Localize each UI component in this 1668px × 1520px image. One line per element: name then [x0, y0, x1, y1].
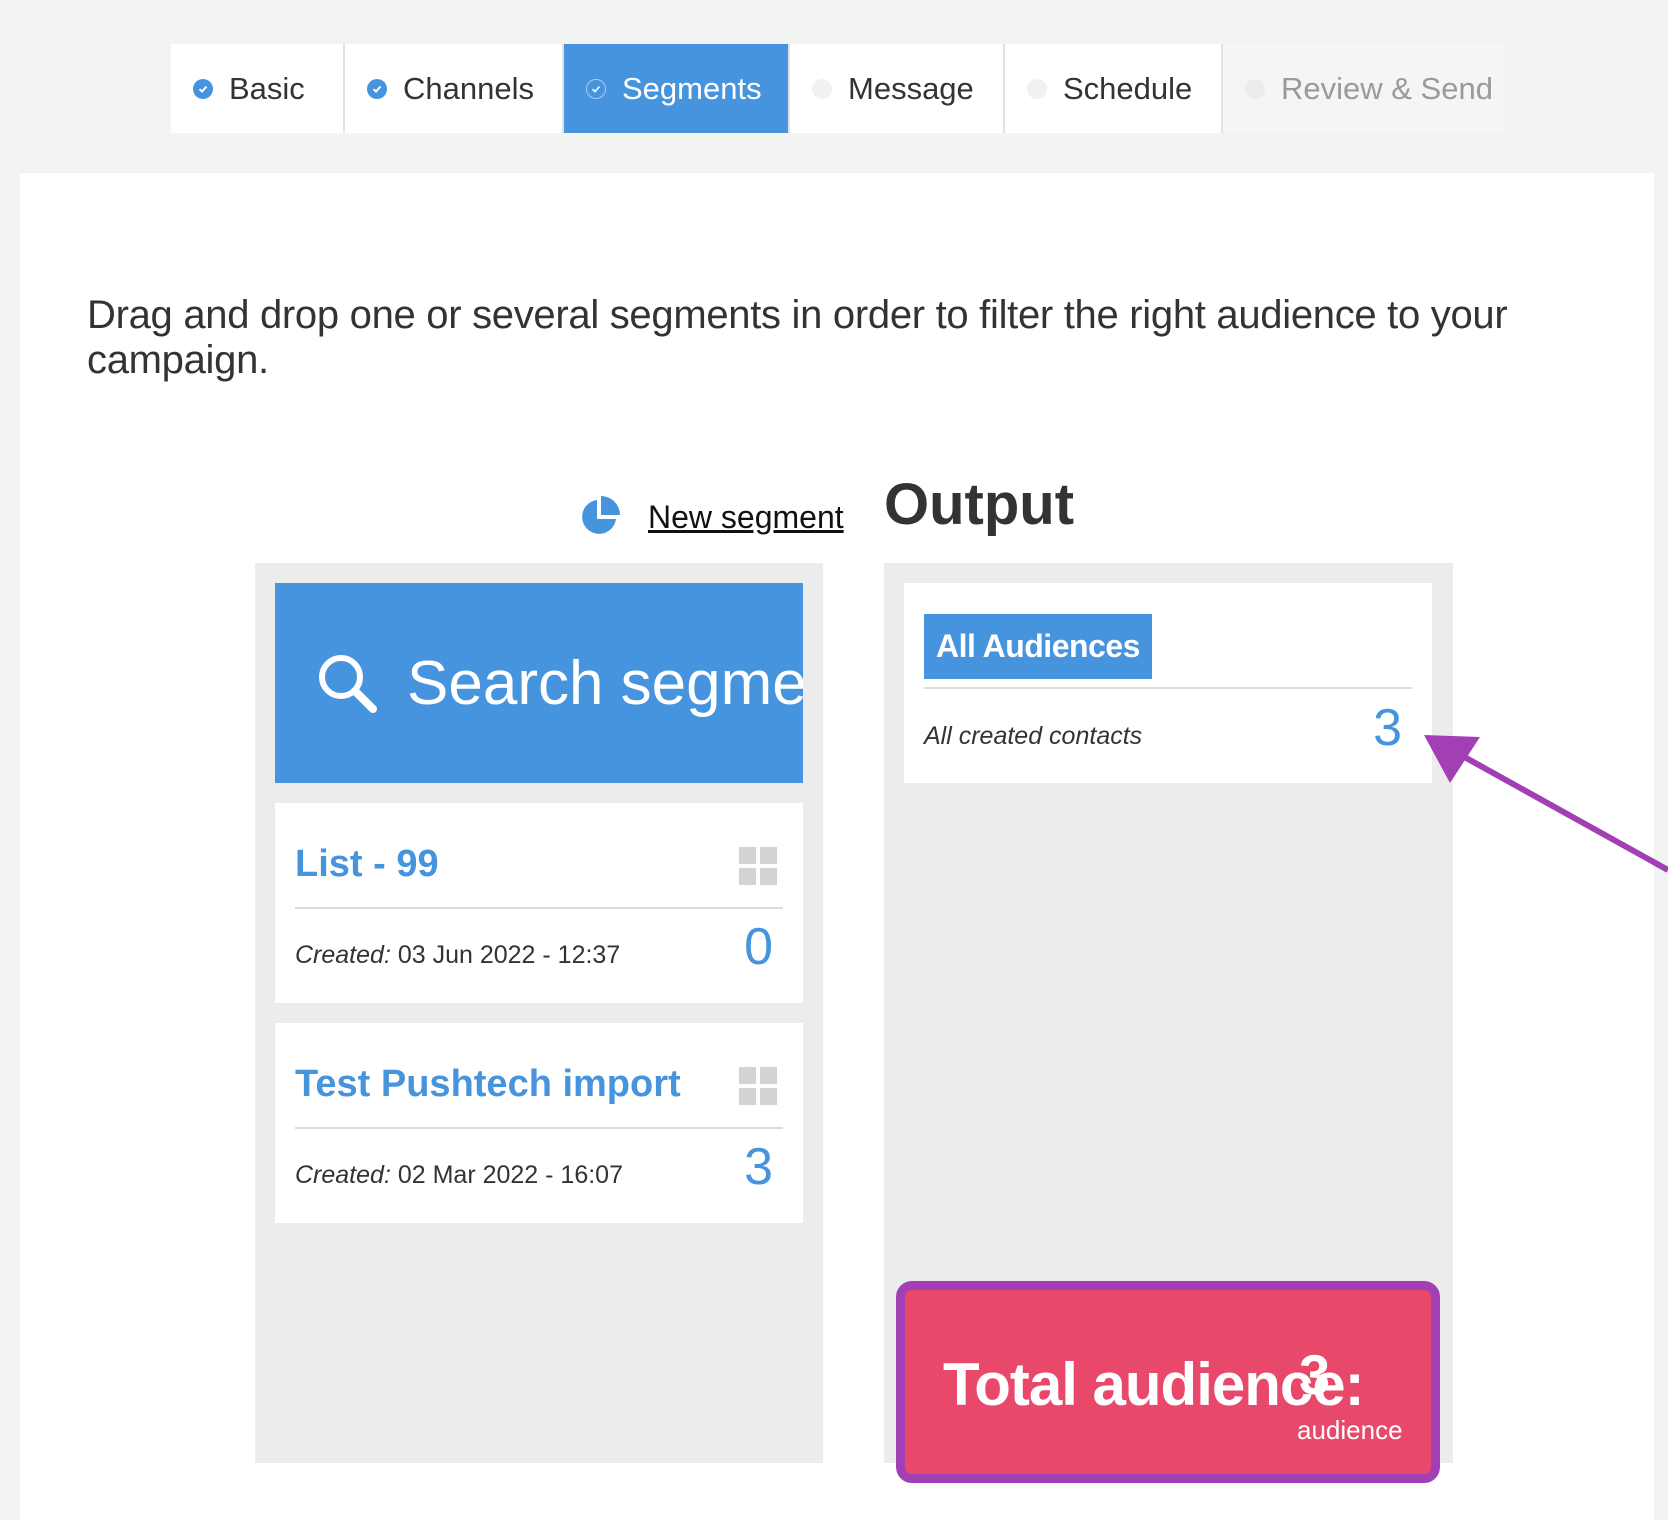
wizard-steps: Basic Channels Segments Message Schedule…	[171, 44, 1505, 133]
instructions-text: Drag and drop one or several segments in…	[87, 293, 1508, 382]
tab-segments[interactable]: Segments	[564, 44, 790, 133]
segment-name: List - 99	[295, 843, 439, 885]
new-segment-link-group: New segment	[578, 496, 844, 538]
created-label: Created:	[295, 1161, 391, 1189]
new-segment-link[interactable]: New segment	[648, 499, 844, 536]
search-segments-input[interactable]: Search segmen	[275, 583, 803, 783]
segment-library: Search segmen List - 99 Created: 03 Jun …	[255, 563, 823, 1463]
audience-card[interactable]: All Audiences All created contacts 3	[904, 583, 1432, 783]
audience-count: 3	[1373, 699, 1402, 757]
segment-created: Created: 02 Mar 2022 - 16:07	[295, 1161, 623, 1190]
tab-label: Basic	[229, 70, 305, 106]
status-dot-icon	[812, 78, 832, 99]
grid-icon[interactable]	[739, 847, 777, 885]
tab-message[interactable]: Message	[790, 44, 1005, 133]
tab-channels[interactable]: Channels	[345, 44, 564, 133]
status-dot-icon	[1027, 78, 1047, 99]
segment-card[interactable]: List - 99 Created: 03 Jun 2022 - 12:37 0	[275, 803, 803, 1003]
segment-count: 0	[744, 918, 773, 976]
audience-description: All created contacts	[924, 722, 1143, 750]
status-dot-icon	[1245, 78, 1265, 99]
tab-label: Schedule	[1063, 70, 1193, 106]
output-title: Output	[884, 472, 1075, 537]
divider	[295, 907, 783, 909]
check-circle-icon	[193, 78, 213, 99]
tab-label: Channels	[403, 70, 534, 106]
segment-count: 3	[744, 1138, 773, 1196]
total-audience-unit: audience	[1297, 1415, 1403, 1445]
search-placeholder: Search segmen	[407, 648, 803, 718]
tab-label: Message	[848, 70, 974, 106]
divider	[295, 1127, 783, 1129]
divider	[924, 687, 1412, 689]
search-icon	[319, 655, 377, 713]
grid-icon[interactable]	[739, 1067, 777, 1105]
arrow-icon	[1424, 735, 1668, 873]
created-label: Created:	[295, 941, 391, 969]
total-audience-box: Total audience: 3 audience	[896, 1281, 1440, 1483]
segment-name: Test Pushtech import	[295, 1063, 681, 1105]
tab-review-send: Review & Send	[1223, 44, 1505, 133]
created-value: 03 Jun 2022 - 12:37	[390, 941, 621, 969]
main-panel: Drag and drop one or several segments in…	[20, 173, 1654, 1520]
pie-chart-icon	[582, 496, 620, 534]
tab-label: Segments	[622, 70, 762, 106]
check-circle-icon	[586, 78, 606, 99]
tab-basic[interactable]: Basic	[171, 44, 345, 133]
audience-badge: All Audiences	[924, 614, 1152, 679]
tab-schedule[interactable]: Schedule	[1005, 44, 1223, 133]
tab-label: Review & Send	[1281, 70, 1493, 106]
segment-card[interactable]: Test Pushtech import Created: 02 Mar 202…	[275, 1023, 803, 1223]
segment-created: Created: 03 Jun 2022 - 12:37	[295, 941, 620, 970]
output-dropzone[interactable]: All Audiences All created contacts 3 Tot…	[884, 563, 1453, 1483]
check-circle-icon	[367, 78, 387, 99]
total-audience-value: 3	[1299, 1343, 1331, 1406]
created-value: 02 Mar 2022 - 16:07	[390, 1161, 623, 1189]
